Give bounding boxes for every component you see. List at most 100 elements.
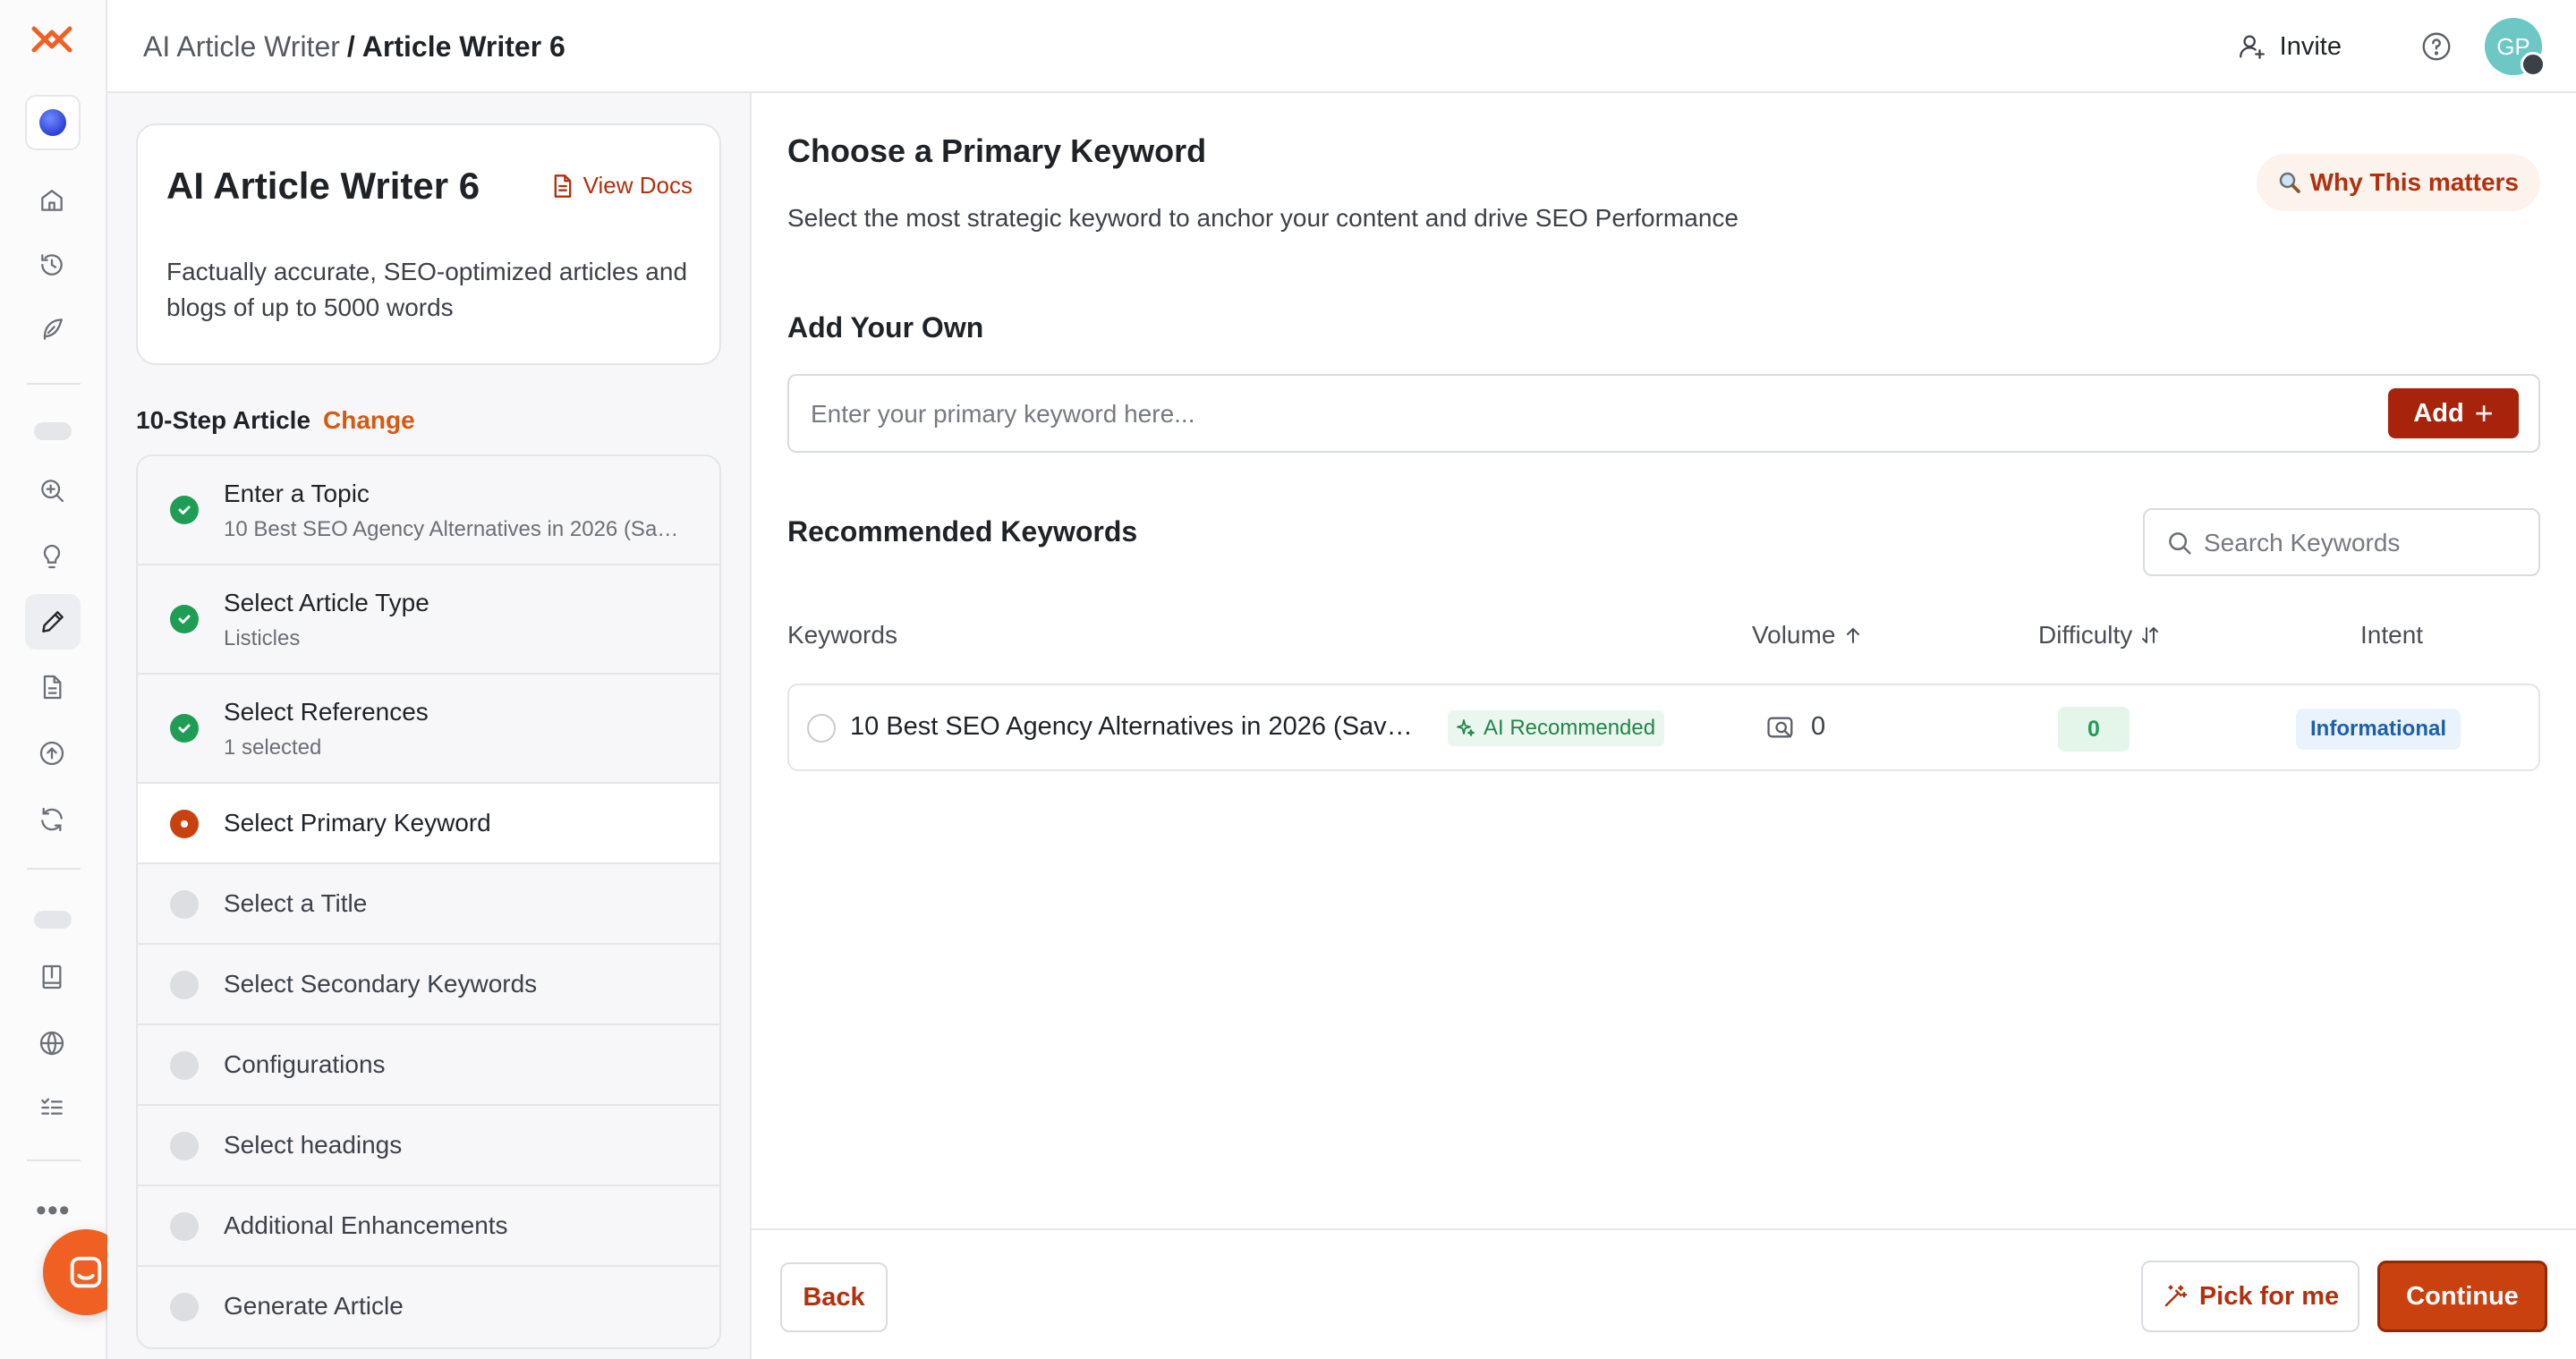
step-label: Generate Article <box>224 1292 404 1320</box>
check-icon <box>178 505 191 514</box>
add-own-heading: Add Your Own <box>787 311 984 344</box>
view-docs-link[interactable]: View Docs <box>551 172 693 200</box>
left-rail: ••• <box>0 0 129 1359</box>
step-label: Select headings <box>224 1131 403 1159</box>
step-label: Enter a Topic <box>224 480 370 507</box>
user-plus-icon <box>2239 35 2265 59</box>
difficulty-badge: 0 <box>2058 707 2130 752</box>
workspace-globe-button[interactable] <box>25 95 81 150</box>
steps-panel: AI Article Writer 6 View Docs Factually … <box>107 93 752 1359</box>
search-zoom-icon[interactable] <box>34 472 70 508</box>
lightbulb-icon[interactable] <box>34 539 70 574</box>
keyword-radio[interactable] <box>807 714 836 743</box>
file-icon <box>554 174 571 198</box>
invite-button[interactable]: Invite <box>2237 27 2342 66</box>
rail-divider <box>27 1159 81 1161</box>
steps-list: Enter a Topic 10 Best SEO Agency Alterna… <box>136 454 721 1349</box>
add-keyword-button[interactable]: Add + <box>2388 388 2519 438</box>
search-keywords-input[interactable] <box>2204 522 2526 564</box>
history-icon[interactable] <box>34 247 70 283</box>
badge-label: AI Recommended <box>1484 716 1656 740</box>
steps-count-label: 10-Step Article <box>136 406 311 434</box>
table-row[interactable]: 10 Best SEO Agency Alternatives in 2026 … <box>787 684 2540 771</box>
column-intent: Intent <box>2360 621 2424 649</box>
step-label: Select Primary Keyword <box>224 809 491 837</box>
feather-icon[interactable] <box>34 311 70 347</box>
back-button[interactable]: Back <box>780 1262 888 1332</box>
arrow-up-icon <box>1847 627 1860 643</box>
upload-icon[interactable] <box>34 735 70 771</box>
pick-for-me-button[interactable]: Pick for me <box>2141 1261 2359 1332</box>
rail-placeholder <box>34 422 72 440</box>
step-headings: Select headings <box>138 1106 719 1186</box>
top-bar: AI Article Writer / Article Writer 6 Invit… <box>107 0 2576 93</box>
step-label: Select References <box>224 698 429 726</box>
step-status-pending <box>170 890 199 919</box>
step-label: Additional Enhancements <box>224 1211 508 1239</box>
page-title: Choose a Primary Keyword <box>787 132 1207 169</box>
keyword-text: 10 Best SEO Agency Alternatives in 2026 … <box>850 712 1424 741</box>
more-icon[interactable]: ••• <box>36 1195 71 1226</box>
primary-keyword-input[interactable] <box>811 394 2242 435</box>
column-difficulty[interactable]: Difficulty <box>2038 621 2161 650</box>
step-sub: 10 Best SEO Agency Alternatives in 2026 … <box>224 517 689 541</box>
step-status-pending <box>170 1132 199 1160</box>
invite-label: Invite <box>2279 31 2342 61</box>
step-status-pending <box>170 971 199 999</box>
step-secondary-keywords: Select Secondary Keywords <box>138 945 719 1025</box>
keyword-search-box <box>2143 508 2540 576</box>
world-icon[interactable] <box>34 1025 70 1061</box>
pick-label: Pick for me <box>2198 1281 2340 1311</box>
check-icon <box>178 615 191 624</box>
table-header: Keywords Volume Difficulty Intent <box>787 614 2540 658</box>
help-icon[interactable] <box>2420 30 2453 63</box>
column-volume[interactable]: Volume <box>1752 621 1864 650</box>
why-label: Why This matters <box>2309 168 2519 196</box>
sparkle-icon <box>1457 719 1475 736</box>
page-subtitle: Select the most strategic keyword to anc… <box>787 204 1739 232</box>
search-icon <box>2169 532 2191 555</box>
breadcrumb-parent[interactable]: AI Article Writer <box>143 30 340 63</box>
intent-badge: Informational <box>2296 709 2461 750</box>
change-link[interactable]: Change <box>323 406 415 434</box>
step-article-type[interactable]: Select Article Type Listicles <box>138 565 719 675</box>
magnifier-icon <box>2279 172 2300 193</box>
pencil-icon[interactable] <box>25 594 81 650</box>
view-docs-label: View Docs <box>582 172 693 199</box>
breadcrumb: AI Article Writer / Article Writer 6 <box>143 29 565 64</box>
steps-header: 10-Step Article Change <box>136 406 415 435</box>
tool-card: AI Article Writer 6 View Docs Factually … <box>136 123 721 365</box>
avatar[interactable]: GP <box>2485 18 2546 77</box>
sort-icon <box>2142 626 2159 643</box>
document-icon[interactable] <box>34 669 70 705</box>
step-label: Select Secondary Keywords <box>224 970 538 998</box>
why-this-matters-button[interactable]: Why This matters <box>2256 154 2540 211</box>
step-enter-topic[interactable]: Enter a Topic 10 Best SEO Agency Alterna… <box>138 456 719 565</box>
main-panel: Choose a Primary Keyword Select the most… <box>752 93 2576 1359</box>
brand-logo-icon[interactable] <box>30 25 73 54</box>
step-label: Configurations <box>224 1050 386 1078</box>
keyword-input-box: Add + <box>787 374 2540 453</box>
volume-value: 0 <box>1811 712 1826 741</box>
avatar-photo <box>2521 52 2546 77</box>
eye-icon <box>1767 717 1793 737</box>
step-primary-keyword[interactable]: Select Primary Keyword <box>138 784 719 864</box>
book-icon[interactable] <box>34 959 70 995</box>
step-status-current <box>170 810 199 838</box>
footer-bar: Back Pick for me Continue <box>752 1228 2576 1359</box>
step-sub: 1 selected <box>224 735 322 760</box>
rail-placeholder <box>34 911 72 929</box>
continue-button[interactable]: Continue <box>2377 1261 2547 1332</box>
rail-divider <box>27 383 81 385</box>
step-generate-article: Generate Article <box>138 1267 719 1347</box>
step-status-pending <box>170 1212 199 1241</box>
step-enhancements: Additional Enhancements <box>138 1186 719 1267</box>
step-sub: Listicles <box>224 626 301 650</box>
chat-icon <box>70 1256 102 1288</box>
ai-recommended-badge: AI Recommended <box>1448 710 1665 746</box>
home-icon[interactable] <box>34 183 70 218</box>
refresh-icon[interactable] <box>34 802 70 837</box>
checklist-icon[interactable] <box>34 1090 70 1125</box>
step-status-pending <box>170 1293 199 1321</box>
step-references[interactable]: Select References 1 selected <box>138 675 719 784</box>
